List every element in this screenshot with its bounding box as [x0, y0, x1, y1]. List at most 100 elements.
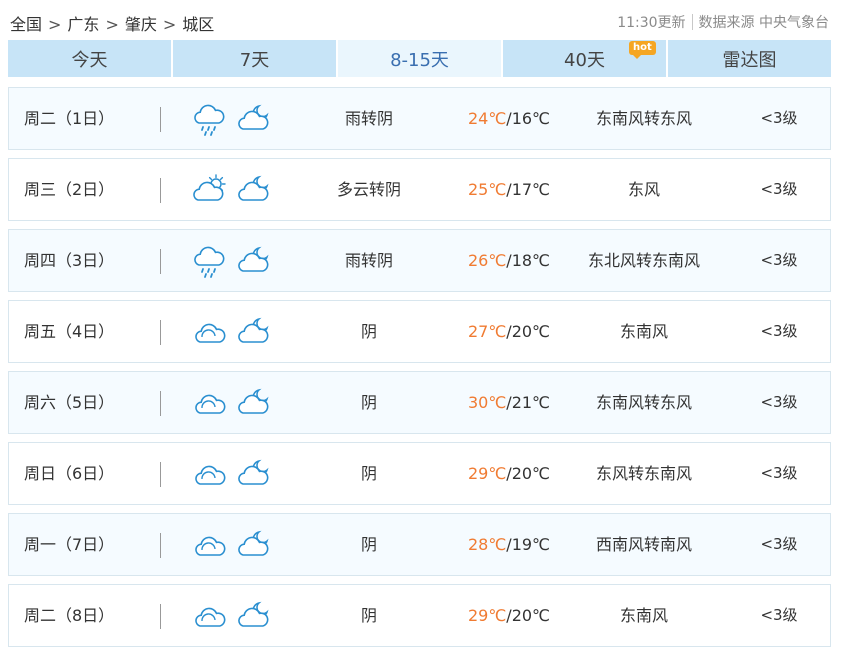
weather-desc: 多云转阴 — [336, 180, 401, 199]
row-divider — [160, 533, 161, 558]
tab-7-days[interactable]: 7天 — [173, 40, 336, 77]
forecast-row[interactable]: 周四（3日） 雨转阴 26℃/18℃ 东北风转东南风 <3级 — [8, 229, 831, 292]
weather-desc: 阴 — [360, 535, 377, 554]
high-temp: 24℃ — [467, 109, 507, 128]
row-divider — [160, 320, 161, 345]
tab-today[interactable]: 今天 — [8, 40, 171, 77]
forecast-day: 周四（3日） — [24, 251, 115, 270]
wind-direction: 东南风 — [619, 606, 668, 625]
weather-icons — [191, 529, 277, 563]
tab-label: 8-15天 — [390, 49, 449, 71]
wind-direction: 东南风转东风 — [595, 393, 692, 412]
top-bar: 全国 > 广东 > 肇庆 > 城区 11:30更新 数据来源 中央气象台 — [0, 0, 843, 38]
forecast-row[interactable]: 周三（2日） 多云转阴 25℃/17℃ 东风 <3级 — [8, 158, 831, 221]
wind-direction: 东北风转东南风 — [587, 251, 700, 270]
tab-40-days[interactable]: 40天 hot — [503, 40, 666, 77]
wind-direction: 西南风转南风 — [595, 535, 692, 554]
wind-level: <3级 — [760, 251, 798, 269]
wind-level: <3级 — [760, 322, 798, 340]
breadcrumb-city[interactable]: 肇庆 — [125, 15, 157, 34]
temperature: 27℃/20℃ — [449, 301, 569, 362]
temperature: 28℃/19℃ — [449, 514, 569, 575]
low-temp: 20℃ — [511, 322, 551, 341]
row-divider — [160, 604, 161, 629]
tab-radar[interactable]: 雷达图 — [668, 40, 831, 77]
forecast-row[interactable]: 周一（7日） 阴 28℃/19℃ 西南风转南风 <3级 — [8, 513, 831, 576]
meta-divider — [691, 14, 693, 30]
forecast-day: 周五（4日） — [24, 322, 115, 341]
forecast-day: 周日（6日） — [24, 464, 115, 483]
breadcrumb-district[interactable]: 城区 — [182, 15, 214, 34]
update-time: 11:30更新 — [617, 15, 686, 31]
weather-icons — [191, 458, 277, 492]
high-temp: 30℃ — [467, 393, 507, 412]
weather-desc: 雨转阴 — [344, 109, 393, 128]
breadcrumb-separator: > — [105, 15, 119, 34]
breadcrumb-separator: > — [162, 15, 177, 34]
weather-desc: 阴 — [360, 606, 377, 625]
high-temp: 29℃ — [467, 606, 507, 625]
forecast-day: 周一（7日） — [24, 535, 115, 554]
row-divider — [160, 249, 161, 274]
wind-level: <3级 — [760, 109, 798, 127]
low-temp: 17℃ — [511, 180, 551, 199]
wind-direction: 东南风转东风 — [595, 109, 692, 128]
wind-direction: 东南风 — [619, 322, 668, 341]
weather-desc: 雨转阴 — [344, 251, 393, 270]
update-meta: 11:30更新 数据来源 中央气象台 — [617, 12, 829, 32]
wind-level: <3级 — [760, 464, 798, 482]
tab-label: 40天 — [564, 49, 605, 71]
forecast-day: 周六（5日） — [24, 393, 115, 412]
temperature: 30℃/21℃ — [449, 372, 569, 433]
row-divider — [160, 178, 161, 203]
wind-level: <3级 — [760, 393, 798, 411]
wind-level: <3级 — [760, 180, 798, 198]
high-temp: 29℃ — [467, 464, 507, 483]
tab-label: 雷达图 — [722, 49, 777, 71]
high-temp: 26℃ — [467, 251, 507, 270]
temperature: 24℃/16℃ — [449, 88, 569, 149]
wind-direction: 东风 — [627, 180, 660, 199]
breadcrumb-separator: > — [48, 15, 62, 34]
row-divider — [160, 107, 161, 132]
weather-icons — [191, 174, 277, 208]
weather-desc: 阴 — [360, 393, 377, 412]
forecast-day: 周二（8日） — [24, 606, 115, 625]
wind-level: <3级 — [760, 606, 798, 624]
temperature: 29℃/20℃ — [449, 443, 569, 504]
low-temp: 16℃ — [511, 109, 551, 128]
weather-icons — [191, 316, 277, 350]
forecast-row[interactable]: 周二（8日） 阴 29℃/20℃ 东南风 <3级 — [8, 584, 831, 647]
high-temp: 27℃ — [467, 322, 507, 341]
low-temp: 19℃ — [511, 535, 551, 554]
row-divider — [160, 391, 161, 416]
breadcrumb: 全国 > 广东 > 肇庆 > 城区 — [10, 11, 214, 35]
weather-icons — [191, 245, 277, 279]
breadcrumb-country[interactable]: 全国 — [10, 15, 42, 34]
weather-icons — [191, 600, 277, 634]
temperature: 25℃/17℃ — [449, 159, 569, 220]
weather-desc: 阴 — [360, 322, 377, 341]
low-temp: 21℃ — [511, 393, 551, 412]
forecast-tabs: 今天 7天 8-15天 40天 hot 雷达图 — [8, 40, 831, 77]
weather-icons — [191, 387, 277, 421]
forecast-row[interactable]: 周五（4日） 阴 27℃/20℃ 东南风 <3级 — [8, 300, 831, 363]
high-temp: 28℃ — [467, 535, 507, 554]
hot-badge: hot — [629, 41, 656, 59]
low-temp: 20℃ — [511, 464, 551, 483]
wind-direction: 东风转东南风 — [595, 464, 692, 483]
low-temp: 20℃ — [511, 606, 551, 625]
forecast-day: 周三（2日） — [24, 180, 115, 199]
wind-level: <3级 — [760, 535, 798, 553]
breadcrumb-province[interactable]: 广东 — [67, 15, 99, 34]
forecast-row[interactable]: 周六（5日） 阴 30℃/21℃ 东南风转东风 <3级 — [8, 371, 831, 434]
data-source: 数据来源 中央气象台 — [698, 15, 829, 31]
high-temp: 25℃ — [467, 180, 507, 199]
row-divider — [160, 462, 161, 487]
forecast-row[interactable]: 周日（6日） 阴 29℃/20℃ 东风转东南风 <3级 — [8, 442, 831, 505]
temperature: 29℃/20℃ — [449, 585, 569, 646]
tab-8-15-days[interactable]: 8-15天 — [338, 40, 501, 77]
low-temp: 18℃ — [511, 251, 551, 270]
forecast-row[interactable]: 周二（1日） 雨转阴 24℃/16℃ 东南风转东风 <3级 — [8, 87, 831, 150]
forecast-day: 周二（1日） — [24, 109, 115, 128]
